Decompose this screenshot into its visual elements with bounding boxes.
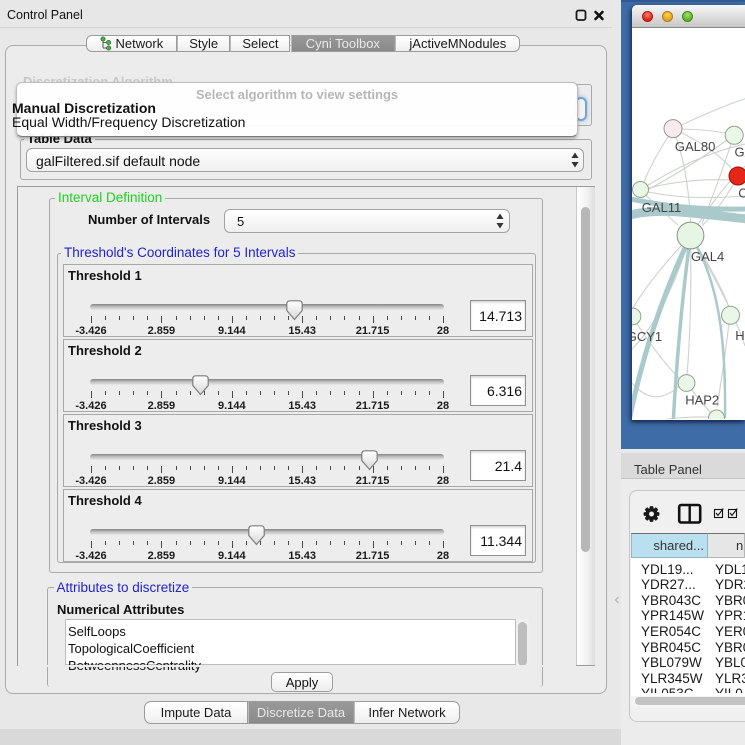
svg-text:GAL11: GAL11	[642, 200, 682, 215]
svg-text:GCY1: GCY1	[632, 329, 662, 344]
svg-text:HAP2: HAP2	[685, 393, 719, 408]
svg-text:GA: GA	[735, 145, 745, 160]
svg-text:H: H	[735, 328, 744, 343]
svg-text:GAL4: GAL4	[691, 249, 724, 264]
svg-text:C: C	[738, 186, 745, 201]
svg-text:GAL80: GAL80	[675, 139, 715, 154]
